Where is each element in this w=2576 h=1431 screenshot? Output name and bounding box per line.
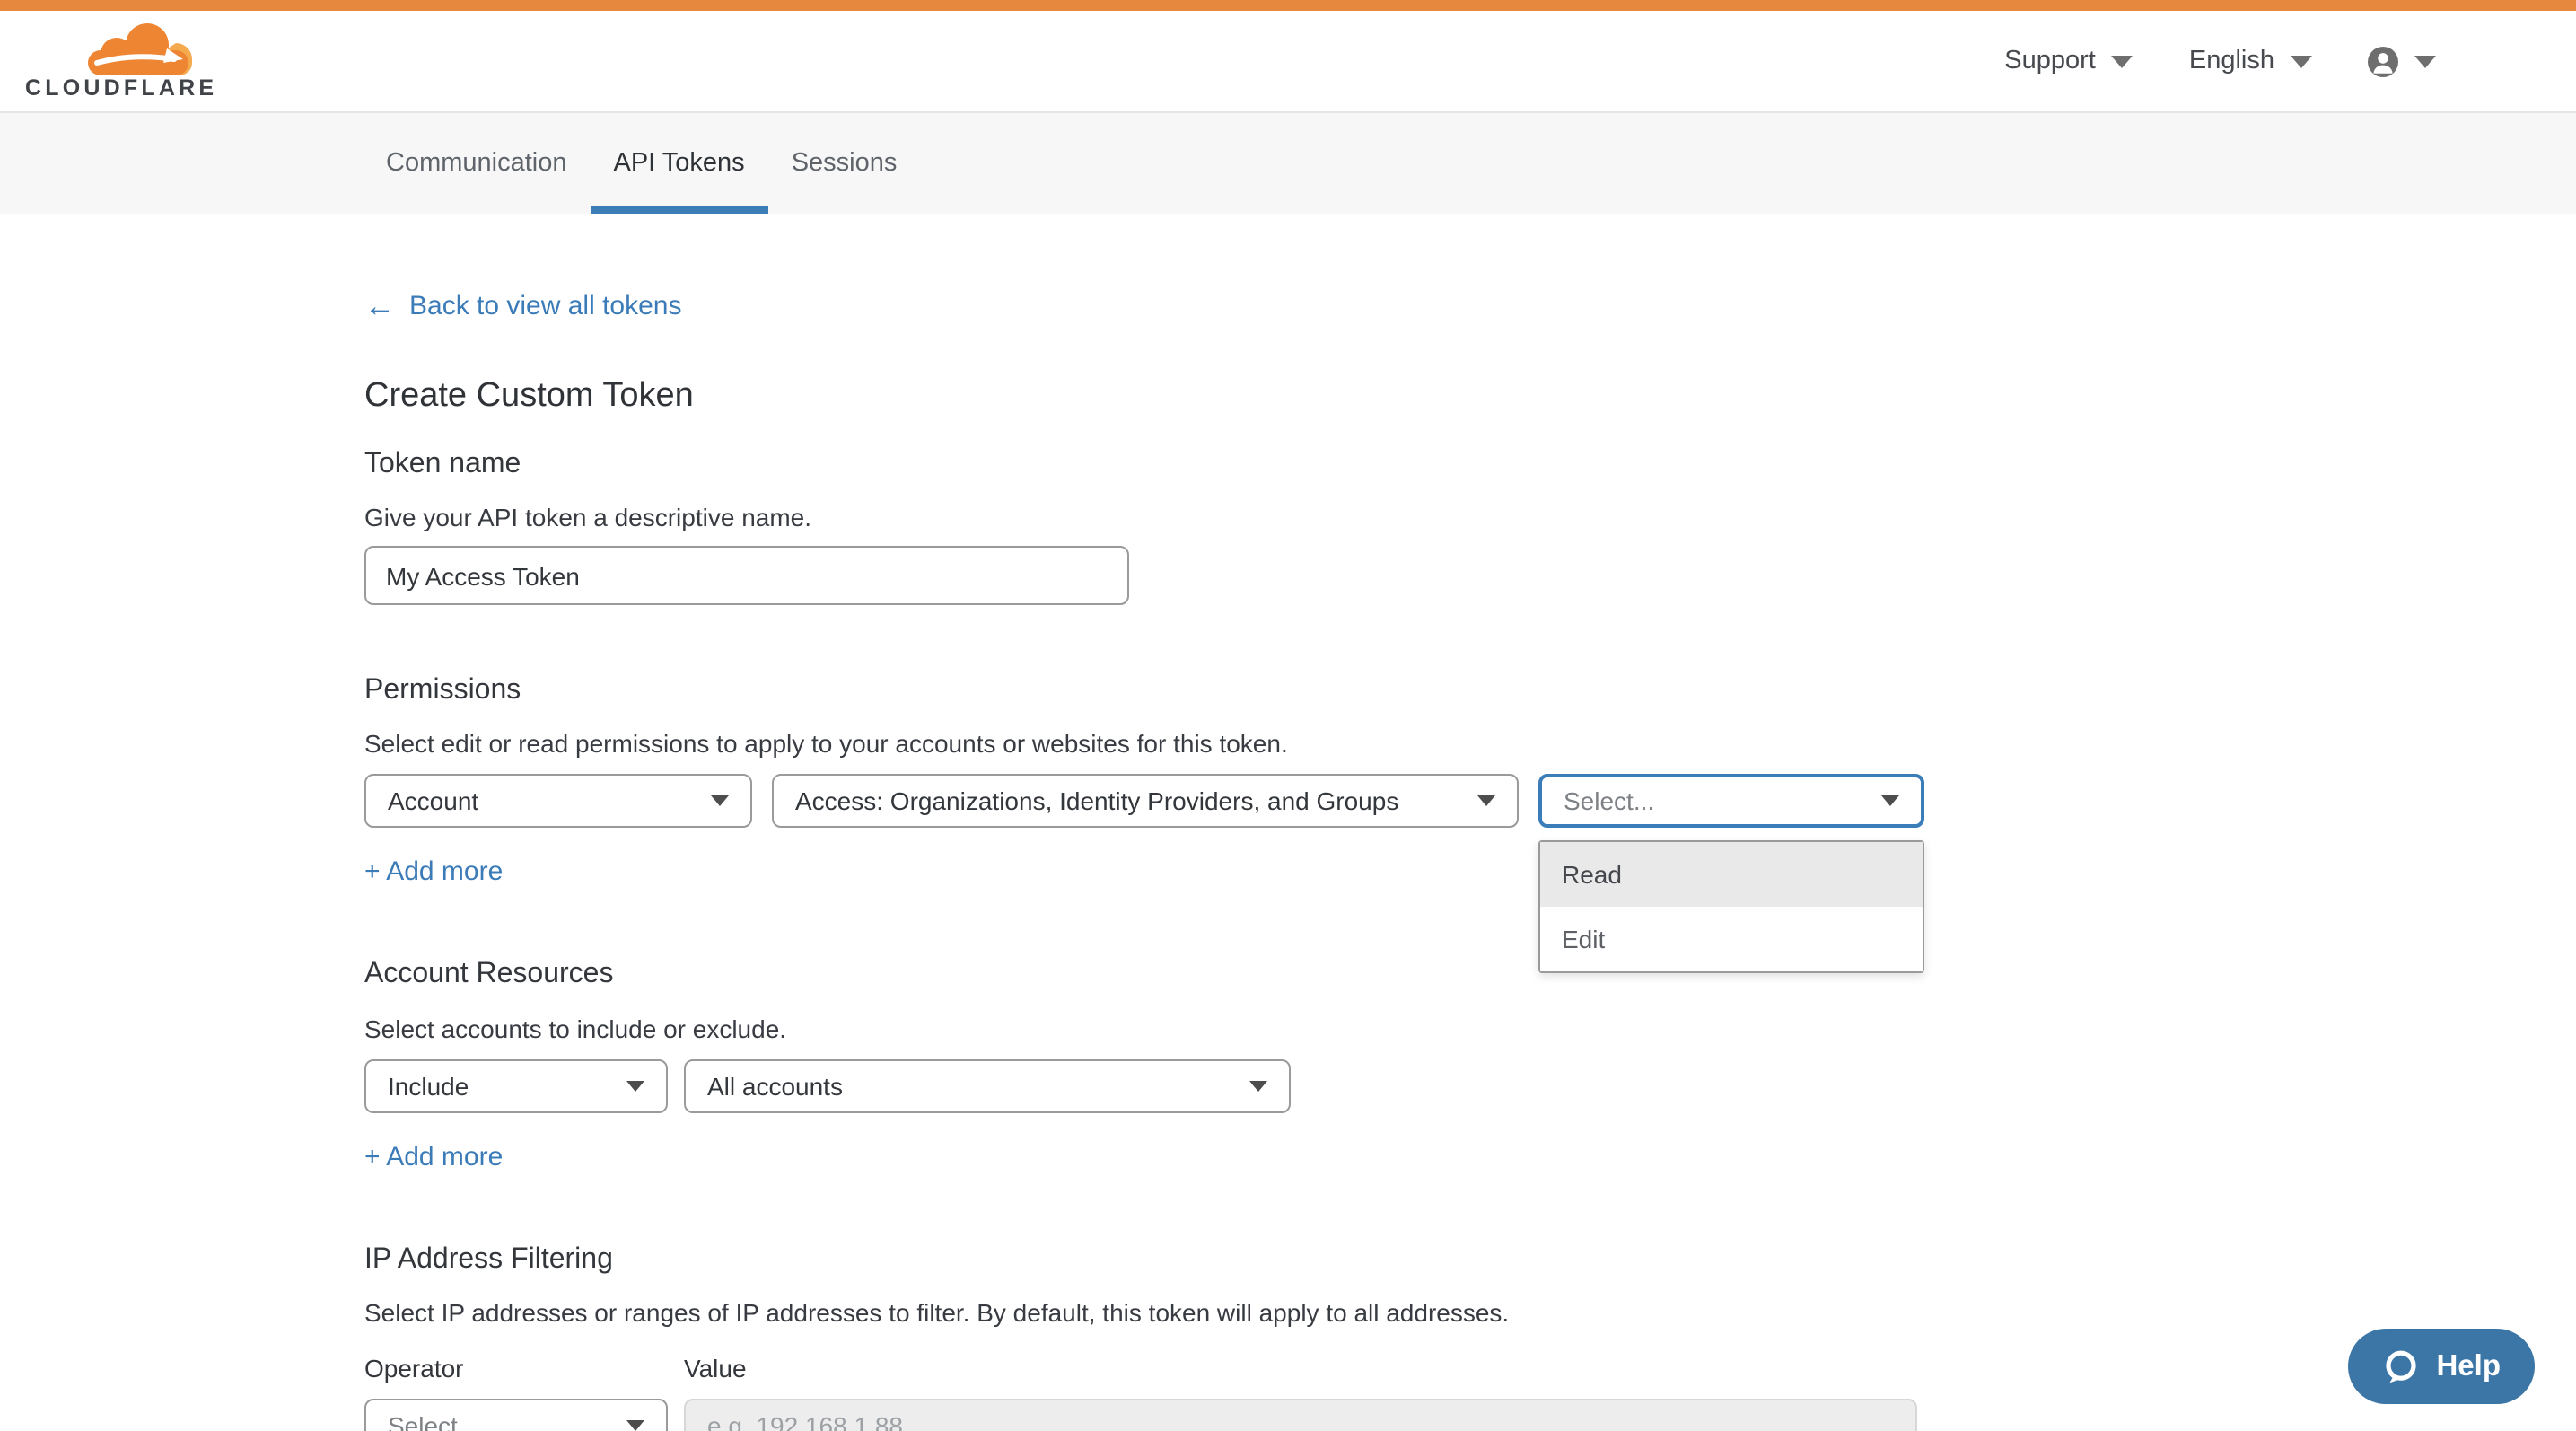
back-link-label: Back to view all tokens	[409, 291, 682, 321]
chevron-down-icon	[2291, 55, 2312, 67]
caret-down-icon	[1477, 796, 1495, 807]
help-label: Help	[2436, 1349, 2501, 1383]
permissions-heading: Permissions	[364, 673, 2576, 707]
ip-filtering-heading: IP Address Filtering	[364, 1242, 2576, 1276]
account-resources-row: Include All accounts	[364, 1058, 2576, 1112]
account-menu[interactable]	[2368, 46, 2436, 76]
permission-resource-select[interactable]: Access: Organizations, Identity Provider…	[772, 775, 1519, 829]
tab-api-tokens[interactable]: API Tokens	[591, 113, 768, 214]
permissions-row: Account Access: Organizations, Identity …	[364, 775, 2576, 829]
chat-bubble-icon	[2382, 1348, 2420, 1385]
caret-down-icon	[711, 796, 729, 807]
chevron-down-icon	[2414, 55, 2436, 67]
header-nav: Support English	[2004, 46, 2436, 76]
account-resources-add-more-link[interactable]: + Add more	[364, 1141, 503, 1172]
caret-down-icon	[1249, 1080, 1267, 1091]
permissions-description: Select edit or read permissions to apply…	[364, 730, 2576, 759]
header: CLOUDFLARE Support English	[0, 11, 2576, 111]
tab-bar: Communication API Tokens Sessions	[0, 111, 2576, 214]
token-name-description: Give your API token a descriptive name.	[364, 503, 2576, 531]
permission-level-select-wrap: Select... Read Edit	[1538, 775, 1924, 829]
token-name-heading: Token name	[364, 447, 2576, 481]
language-menu[interactable]: English	[2189, 47, 2312, 75]
permission-level-menu: Read Edit	[1538, 841, 1924, 974]
top-orange-bar	[0, 0, 2576, 11]
ip-filtering-row: Select...	[364, 1399, 2576, 1431]
resource-mode-select[interactable]: Include	[364, 1058, 668, 1112]
permissions-add-more-link[interactable]: + Add more	[364, 857, 503, 888]
cloudflare-logo[interactable]: CLOUDFLARE	[25, 22, 206, 101]
page-title: Create Custom Token	[364, 377, 2576, 418]
support-menu[interactable]: Support	[2004, 47, 2134, 75]
main-content: ← Back to view all tokens Create Custom …	[0, 214, 2576, 1431]
value-label: Value	[684, 1354, 747, 1383]
ip-value-input[interactable]	[684, 1399, 1917, 1431]
cloudflare-cloud-icon	[74, 22, 206, 76]
ip-operator-select[interactable]: Select...	[364, 1399, 668, 1431]
resource-scope-select[interactable]: All accounts	[684, 1058, 1291, 1112]
back-arrow-icon: ←	[364, 291, 395, 321]
permission-category-select[interactable]: Account	[364, 775, 752, 829]
help-button[interactable]: Help	[2348, 1329, 2535, 1404]
chevron-down-icon	[2112, 55, 2134, 67]
back-to-tokens-link[interactable]: ← Back to view all tokens	[364, 291, 682, 321]
support-label: Support	[2004, 47, 2096, 75]
tab-communication[interactable]: Communication	[363, 113, 591, 214]
caret-down-icon	[1881, 796, 1899, 807]
ip-filtering-labels: Operator Value	[364, 1354, 2576, 1383]
permission-level-select[interactable]: Select...	[1538, 775, 1924, 829]
menu-option-read[interactable]: Read	[1540, 843, 1923, 908]
menu-option-edit[interactable]: Edit	[1540, 908, 1923, 972]
language-label: English	[2189, 47, 2274, 75]
ip-filtering-description: Select IP addresses or ranges of IP addr…	[364, 1298, 2576, 1327]
caret-down-icon	[626, 1420, 644, 1431]
tab-sessions[interactable]: Sessions	[768, 113, 921, 214]
caret-down-icon	[626, 1080, 644, 1091]
page: CLOUDFLARE Support English	[0, 0, 2576, 1431]
avatar-icon	[2368, 46, 2398, 76]
cloudflare-wordmark: CLOUDFLARE	[25, 78, 206, 101]
account-resources-heading: Account Resources	[364, 958, 2576, 992]
token-name-input[interactable]	[364, 546, 1129, 605]
operator-label: Operator	[364, 1354, 684, 1383]
account-resources-description: Select accounts to include or exclude.	[364, 1014, 2576, 1042]
